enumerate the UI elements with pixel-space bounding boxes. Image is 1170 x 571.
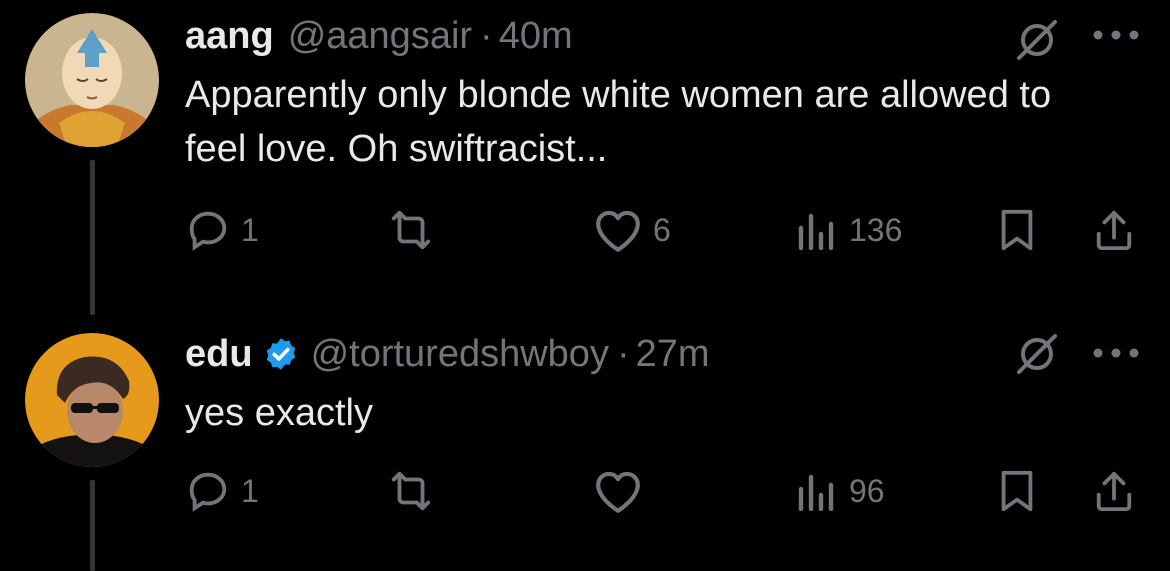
bookmark-icon bbox=[1001, 470, 1033, 512]
share-button[interactable] bbox=[1093, 466, 1135, 516]
like-icon bbox=[596, 471, 640, 513]
avatar[interactable] bbox=[25, 333, 159, 467]
edu-avatar-icon bbox=[25, 333, 159, 467]
retweet-icon bbox=[391, 210, 431, 250]
thread-line bbox=[90, 480, 95, 571]
more-icon[interactable] bbox=[1092, 346, 1140, 364]
views-icon bbox=[798, 213, 834, 250]
like-count: 6 bbox=[653, 211, 671, 248]
display-name[interactable]: aang bbox=[185, 15, 274, 58]
tweet-text: Apparently only blonde white women are a… bbox=[185, 74, 1052, 170]
reply-button[interactable]: 1 bbox=[185, 205, 259, 255]
views-button[interactable]: 136 bbox=[795, 205, 902, 255]
retweet-button[interactable] bbox=[385, 466, 447, 516]
action-bar: 1 6 136 bbox=[185, 205, 1145, 255]
action-bar: 1 96 bbox=[185, 466, 1145, 516]
share-button[interactable] bbox=[1093, 205, 1135, 255]
tweet-header: edu @torturedshwboy · 27m bbox=[185, 332, 710, 376]
thread-line bbox=[90, 160, 95, 315]
share-icon bbox=[1096, 471, 1132, 512]
grok-icon[interactable] bbox=[1015, 18, 1059, 67]
retweet-button[interactable] bbox=[385, 205, 447, 255]
reply-icon bbox=[189, 211, 227, 251]
timestamp[interactable]: 27m bbox=[636, 333, 710, 376]
user-handle[interactable]: @torturedshwboy bbox=[311, 333, 609, 376]
like-button[interactable] bbox=[593, 466, 653, 516]
reply-icon bbox=[189, 472, 227, 512]
tweet[interactable]: aang @aangsair · 40m Apparently only blo… bbox=[0, 0, 1170, 315]
reply-button[interactable]: 1 bbox=[185, 466, 259, 516]
separator-dot: · bbox=[616, 332, 630, 375]
more-icon[interactable] bbox=[1092, 28, 1140, 46]
aang-avatar-icon bbox=[25, 13, 159, 147]
reply-count: 1 bbox=[241, 211, 259, 248]
views-button[interactable]: 96 bbox=[795, 466, 885, 516]
display-name[interactable]: edu bbox=[185, 333, 253, 376]
avatar[interactable] bbox=[25, 13, 159, 147]
user-handle[interactable]: @aangsair bbox=[288, 15, 472, 58]
reply-count: 1 bbox=[241, 472, 259, 509]
bookmark-button[interactable] bbox=[997, 205, 1037, 255]
verified-badge-icon bbox=[266, 338, 295, 370]
share-icon bbox=[1096, 210, 1132, 251]
timestamp[interactable]: 40m bbox=[499, 15, 573, 58]
tweet-text: yes exactly bbox=[185, 392, 373, 434]
like-button[interactable]: 6 bbox=[593, 205, 671, 255]
retweet-icon bbox=[391, 471, 431, 511]
like-icon bbox=[596, 210, 640, 252]
views-count: 96 bbox=[849, 472, 885, 509]
tweet-header: aang @aangsair · 40m bbox=[185, 14, 573, 58]
views-count: 136 bbox=[849, 211, 903, 248]
views-icon bbox=[798, 474, 834, 511]
tweet[interactable]: edu @torturedshwboy · 27m yes exactly 1 … bbox=[0, 318, 1170, 571]
grok-icon[interactable] bbox=[1015, 332, 1059, 381]
separator-dot: · bbox=[480, 14, 493, 57]
bookmark-button[interactable] bbox=[997, 466, 1037, 516]
bookmark-icon bbox=[1001, 209, 1033, 251]
